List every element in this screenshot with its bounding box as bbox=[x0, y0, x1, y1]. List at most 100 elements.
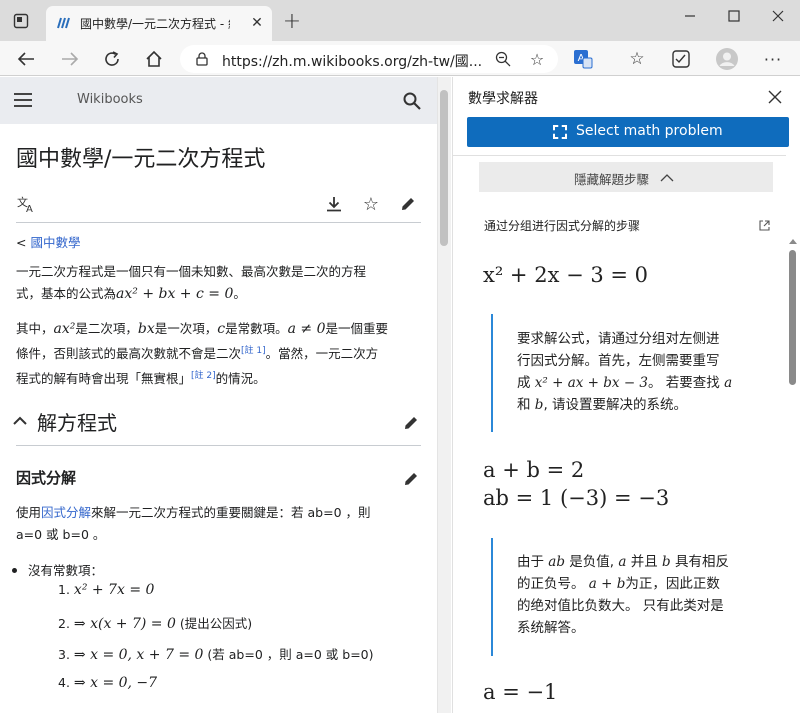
note-text: 成 bbox=[517, 375, 531, 391]
add-favorite-icon[interactable]: ☆ bbox=[528, 50, 546, 69]
download-icon[interactable] bbox=[323, 193, 345, 215]
more-menu-icon[interactable]: ··· bbox=[762, 48, 784, 70]
edit-section-icon[interactable] bbox=[401, 413, 421, 433]
list-num: 2. bbox=[58, 616, 70, 631]
p2-text: 條件，否則該式的最高次數就不會是二次 bbox=[16, 346, 242, 362]
p2-text: 程式的解有時會出現「無實根」 bbox=[16, 371, 192, 387]
wikibooks-logo-text[interactable]: Wikibooks bbox=[77, 92, 143, 107]
note-text: 和 bbox=[517, 397, 531, 413]
watch-star-icon[interactable]: ☆ bbox=[360, 193, 382, 215]
select-region-icon bbox=[553, 125, 567, 139]
url-field[interactable]: https://zh.m.wikibooks.org/zh-tw/國... ☆ bbox=[180, 45, 558, 73]
wiki-header: Wikibooks bbox=[0, 77, 437, 124]
general-formula: ax² + bx + c = 0 bbox=[116, 286, 234, 302]
footnote-1-link[interactable]: [註 1] bbox=[241, 346, 266, 356]
math-solver-icon[interactable] bbox=[670, 48, 692, 70]
edit-subsection-icon[interactable] bbox=[401, 469, 421, 489]
note-math: a + b bbox=[588, 576, 626, 592]
list-item: 2. ⇒ x(x + 7) = 0 (提出公因式) bbox=[58, 613, 428, 644]
language-icon[interactable]: 文A bbox=[16, 193, 38, 215]
close-tab-icon[interactable]: ✕ bbox=[249, 15, 265, 31]
note-text: 并且 bbox=[630, 554, 658, 570]
home-icon[interactable] bbox=[142, 47, 166, 71]
select-button-label: Select math problem bbox=[576, 123, 723, 139]
open-external-icon[interactable] bbox=[757, 218, 771, 232]
favorites-icon[interactable]: ☆ bbox=[626, 48, 648, 70]
note-text: 行因式分解。首先，左侧需要重写 bbox=[517, 353, 720, 369]
subsection-heading: 因式分解 bbox=[16, 469, 77, 487]
math-ax2: ax² bbox=[53, 321, 76, 337]
list-item: 4. ⇒ x = 0, −7 bbox=[58, 675, 428, 706]
solver-scrollbar-thumb[interactable] bbox=[789, 250, 796, 385]
factoring-link[interactable]: 因式分解 bbox=[41, 505, 91, 520]
breadcrumb: < 國中數學 bbox=[16, 232, 421, 254]
tab-actions-icon[interactable] bbox=[12, 12, 30, 30]
list-math: ⇒ x = 0, x + 7 = 0 bbox=[73, 647, 204, 663]
section-heading[interactable]: 解方程式 bbox=[37, 407, 117, 436]
note-text: 要求解公式，请通过分组对左侧进 bbox=[517, 331, 720, 347]
step-note-1: 要求解公式，请通过分组对左侧进 行因式分解。首先，左侧需要重写 成 x² + a… bbox=[491, 314, 747, 432]
list-math: ⇒ x = 0, −7 bbox=[73, 675, 158, 691]
footnote-2-link[interactable]: [註 2] bbox=[191, 371, 216, 381]
list-item: 1. x² + 7x = 0 bbox=[58, 582, 428, 613]
list-num: 1. bbox=[58, 582, 70, 597]
note-math: b bbox=[662, 554, 671, 570]
minimize-icon[interactable] bbox=[680, 6, 700, 26]
lock-icon[interactable] bbox=[194, 51, 210, 67]
list-num: 3. bbox=[58, 647, 70, 662]
p2-text: 的情況。 bbox=[215, 371, 266, 387]
refresh-icon[interactable] bbox=[100, 47, 124, 71]
translate-icon[interactable]: A bbox=[572, 48, 594, 70]
note-math: a bbox=[618, 554, 627, 570]
solver-divider bbox=[453, 155, 800, 156]
factoring-text-2: a=0 或 b=0 。 bbox=[16, 527, 106, 542]
p2-text: 是常數項。 bbox=[225, 321, 288, 336]
tab-bar: 國中數學/一元二次方程式 - 維基 ✕ + bbox=[0, 0, 800, 41]
browser-tab[interactable]: 國中數學/一元二次方程式 - 維基 ✕ bbox=[46, 6, 272, 41]
hamburger-menu-icon[interactable] bbox=[12, 90, 34, 110]
back-icon[interactable] bbox=[14, 47, 38, 71]
factoring-text: 來解一元二次方程式的重要關鍵是：若 ab=0 ，則 bbox=[91, 505, 371, 520]
wiki-scrollbar-thumb[interactable] bbox=[440, 90, 448, 246]
intro-paragraph: 一元二次方程式是一個只有一個未知數、最高次數是二次的方程 式，基本的公式為ax²… bbox=[16, 261, 421, 305]
search-icon[interactable] bbox=[401, 90, 423, 112]
conditions-paragraph: 其中，ax²是二次項，bx是一次項，c是常數項。a ≠ 0是一個重要 條件，否則… bbox=[16, 318, 421, 390]
note-math: ab bbox=[548, 554, 565, 570]
title-divider bbox=[16, 222, 421, 223]
breadcrumb-link[interactable]: 國中數學 bbox=[30, 235, 80, 250]
hide-steps-label: 隱藏解題步驟 bbox=[574, 172, 650, 187]
step-note-2: 由于 ab 是负值, a 并且 b 具有相反 的正负号。 a + b为正，因此正… bbox=[491, 538, 747, 656]
close-window-icon[interactable] bbox=[768, 6, 788, 26]
wiki-page: Wikibooks 國中數學/一元二次方程式 文A ☆ < 國中數學 一元二次方… bbox=[0, 77, 437, 713]
zoom-out-icon[interactable] bbox=[494, 50, 512, 68]
wikibooks-favicon-icon bbox=[56, 15, 74, 31]
solver-title: 數學求解器 bbox=[468, 91, 538, 107]
steps-list: 1. x² + 7x = 0 2. ⇒ x(x + 7) = 0 (提出公因式)… bbox=[58, 582, 428, 706]
svg-text:A: A bbox=[26, 204, 33, 213]
math-a-neq-0: a ≠ 0 bbox=[287, 321, 326, 337]
new-tab-icon[interactable]: + bbox=[282, 9, 302, 34]
edit-page-icon[interactable] bbox=[397, 193, 419, 215]
hide-steps-button[interactable]: 隱藏解題步驟 bbox=[479, 162, 773, 192]
forward-icon[interactable] bbox=[58, 47, 82, 71]
factoring-paragraph: 使用因式分解來解一元二次方程式的重要關鍵是：若 ab=0 ，則 a=0 或 b=… bbox=[16, 502, 421, 546]
p2-text: 其中， bbox=[16, 321, 54, 336]
note-text: 。 若要查找 bbox=[648, 375, 720, 391]
note-text: 为正，因此正数 bbox=[625, 576, 720, 592]
collapse-section-icon[interactable] bbox=[12, 413, 28, 429]
scroll-up-arrow-icon[interactable] bbox=[786, 236, 800, 246]
profile-avatar-icon[interactable] bbox=[714, 46, 740, 72]
page-title: 國中數學/一元二次方程式 bbox=[16, 147, 266, 172]
p2-text: 是一次項， bbox=[154, 321, 218, 336]
equation-1: x² + 2x − 3 = 0 bbox=[483, 263, 649, 287]
select-math-problem-button[interactable]: Select math problem bbox=[467, 117, 789, 147]
list-item: 3. ⇒ x = 0, x + 7 = 0 (若 ab=0 ，則 a=0 或 b… bbox=[58, 644, 428, 675]
note-text: , 请设置要解决的系统。 bbox=[543, 397, 688, 413]
maximize-icon[interactable] bbox=[724, 6, 744, 26]
close-pane-icon[interactable] bbox=[765, 87, 785, 107]
list-note: (若 ab=0 ，則 a=0 或 b=0) bbox=[207, 647, 374, 662]
list-math: x² + 7x = 0 bbox=[73, 582, 155, 598]
list-num: 4. bbox=[58, 675, 70, 690]
chevron-up-icon bbox=[659, 170, 675, 184]
equation-3: ab = 1 (−3) = −3 bbox=[483, 486, 670, 510]
